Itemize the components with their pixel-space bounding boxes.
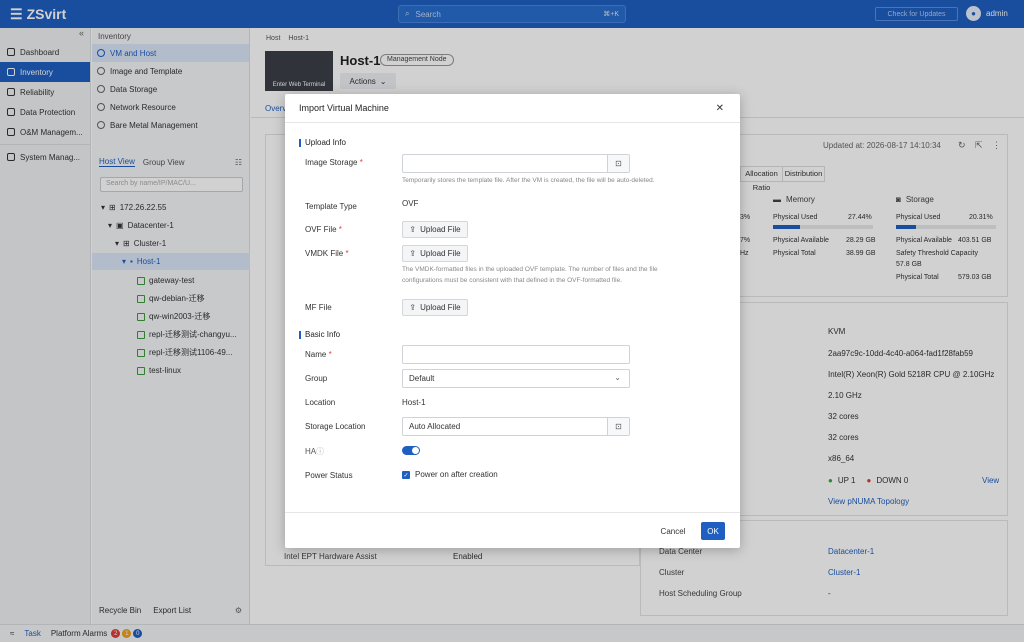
image-storage-label: Image Storage * — [305, 158, 363, 167]
label-text: VMDK File — [305, 249, 344, 258]
ok-button[interactable]: OK — [701, 522, 725, 540]
chevron-down-icon: ⌄ — [614, 373, 621, 382]
button-label: Upload File — [420, 225, 461, 234]
vmdk-hint-line-1: The VMDK-formatted files in the uploaded… — [402, 266, 658, 273]
required-mark: * — [359, 158, 363, 167]
close-icon[interactable]: ✕ — [716, 103, 724, 114]
storage-location-label: Storage Location — [305, 422, 366, 431]
required-mark: * — [338, 225, 342, 234]
dialog-footer: Cancel OK — [285, 512, 740, 548]
button-label: Upload File — [420, 249, 461, 258]
name-input[interactable] — [402, 345, 630, 364]
power-on-checkbox[interactable]: ✓ — [402, 471, 410, 479]
label-text: HA — [305, 447, 317, 456]
vmdk-file-label: VMDK File * — [305, 249, 349, 258]
section-marker — [299, 138, 301, 147]
storage-location-select[interactable]: Auto Allocated ⊡ — [402, 417, 630, 436]
location-value: Host-1 — [402, 398, 426, 407]
vmdk-upload-button[interactable]: ⇪ Upload File — [402, 245, 468, 262]
cancel-button[interactable]: Cancel — [656, 522, 690, 540]
upload-info-section: Upload Info — [299, 138, 346, 147]
vmdk-hint-line-2: configurations must be consistent with t… — [402, 277, 623, 284]
upload-icon: ⇪ — [409, 249, 417, 258]
label-text: Image Storage — [305, 158, 358, 167]
dialog-header: Import Virtual Machine — [285, 94, 740, 123]
button-label: Upload File — [420, 303, 461, 312]
browse-icon[interactable]: ⊡ — [607, 155, 629, 172]
info-icon: ⓘ — [316, 447, 325, 456]
group-select[interactable]: Default ⌄ — [402, 369, 630, 388]
section-title: Upload Info — [305, 138, 346, 147]
dialog-title: Import Virtual Machine — [299, 103, 389, 113]
template-type-value: OVF — [402, 199, 419, 208]
image-storage-hint: Temporarily stores the template file. Af… — [402, 177, 655, 184]
upload-icon: ⇪ — [409, 303, 417, 312]
group-value: Default — [409, 374, 435, 383]
required-mark: * — [328, 350, 332, 359]
template-type-label: Template Type — [305, 202, 357, 211]
image-storage-select[interactable]: ⊡ — [402, 154, 630, 173]
power-status-label: Power Status — [305, 471, 353, 480]
group-label: Group — [305, 374, 328, 383]
label-text: Name — [305, 350, 327, 359]
ha-label: HAⓘ — [305, 446, 324, 457]
browse-icon[interactable]: ⊡ — [607, 418, 629, 435]
ovf-file-label: OVF File * — [305, 225, 342, 234]
section-title: Basic Info — [305, 330, 341, 339]
section-marker — [299, 330, 301, 339]
ha-toggle[interactable] — [402, 446, 420, 455]
mf-file-label: MF File — [305, 303, 332, 312]
name-label: Name * — [305, 350, 332, 359]
location-label: Location — [305, 398, 336, 407]
upload-icon: ⇪ — [409, 225, 417, 234]
basic-info-section: Basic Info — [299, 330, 340, 339]
storage-location-value: Auto Allocated — [409, 422, 461, 431]
ovf-upload-button[interactable]: ⇪ Upload File — [402, 221, 468, 238]
label-text: OVF File — [305, 225, 337, 234]
required-mark: * — [345, 249, 349, 258]
power-on-text: Power on after creation — [415, 470, 498, 479]
import-vm-dialog: Import Virtual Machine ✕ Upload Info Ima… — [285, 94, 740, 548]
mf-upload-button[interactable]: ⇪ Upload File — [402, 299, 468, 316]
